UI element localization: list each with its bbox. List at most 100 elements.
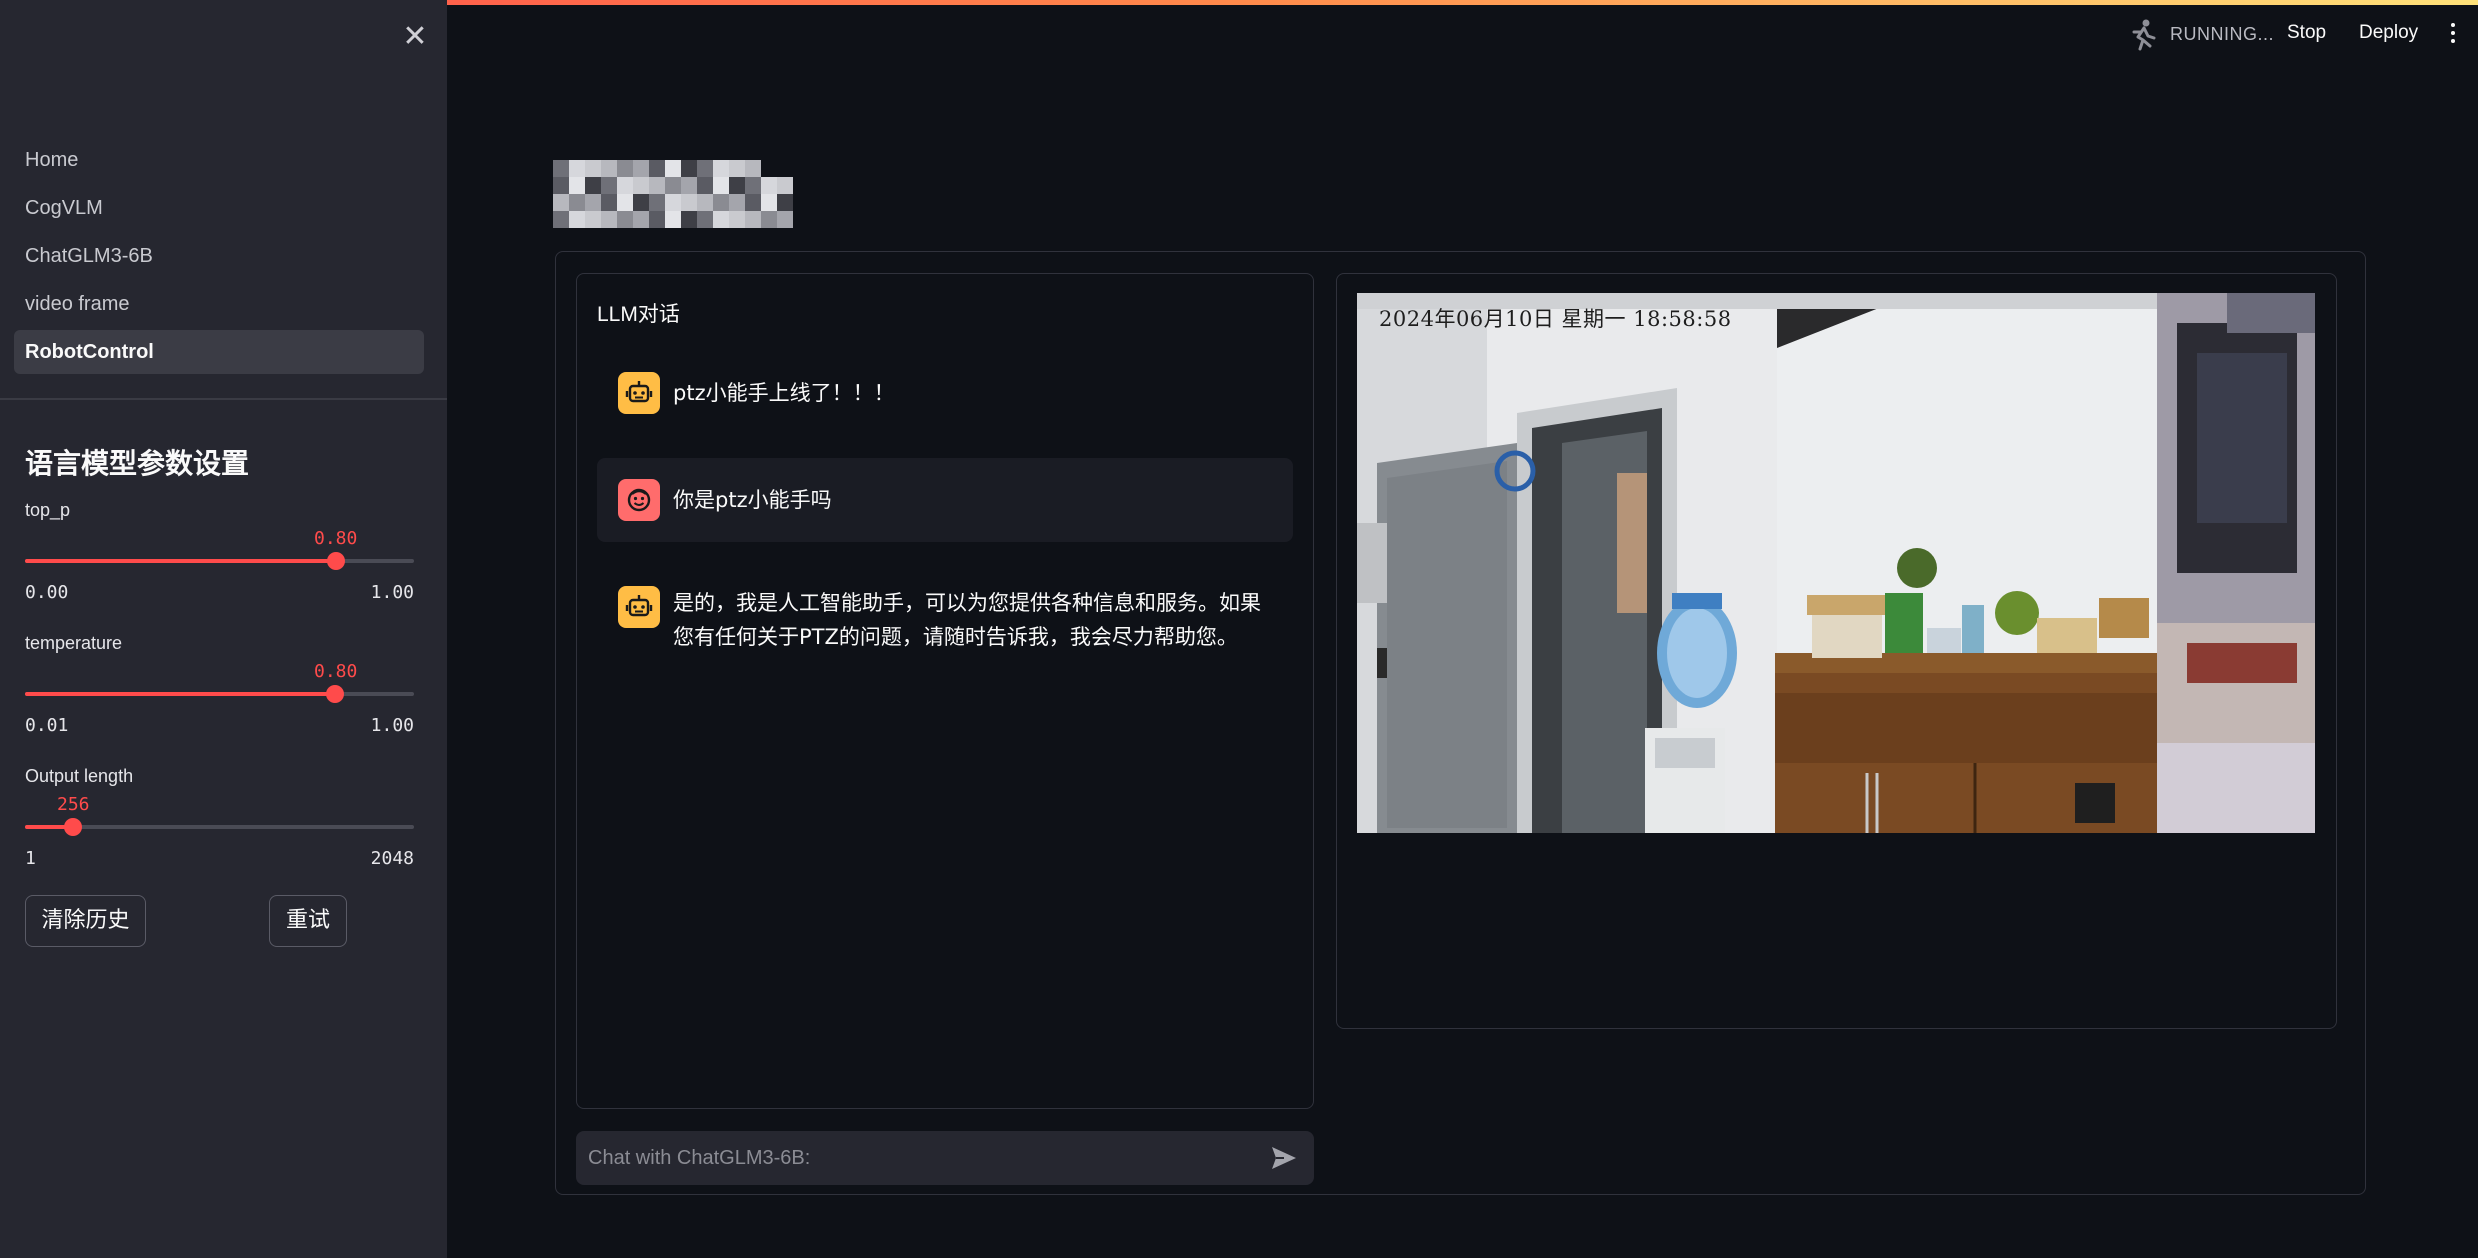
pixel-block — [761, 177, 777, 194]
retry-button[interactable]: 重试 — [269, 895, 347, 947]
vertical-dots-icon[interactable] — [2446, 20, 2460, 50]
sidebar-nav: Home CogVLM ChatGLM3-6B video frame Robo… — [14, 138, 424, 378]
top-p-range: 0.00 1.00 — [25, 582, 414, 603]
page-title-pixelated — [553, 160, 793, 228]
sidebar: ✕ Home CogVLM ChatGLM3-6B video frame Ro… — [0, 0, 447, 1258]
pixel-block — [649, 160, 665, 177]
sidebar-divider — [0, 398, 447, 400]
stop-button[interactable]: Stop — [2287, 22, 2326, 44]
pixel-block — [681, 177, 697, 194]
pixel-block — [777, 177, 793, 194]
output-length-max: 2048 — [370, 848, 414, 869]
user-avatar-icon — [618, 479, 660, 521]
pixel-block — [681, 160, 697, 177]
running-status: RUNNING... — [2170, 24, 2274, 44]
output-length-label: Output length — [25, 766, 134, 786]
pixel-block — [617, 211, 633, 228]
pixel-block — [761, 160, 777, 177]
pixel-block — [681, 211, 697, 228]
pixel-block — [761, 194, 777, 211]
pixel-block — [601, 211, 617, 228]
pixel-block — [617, 177, 633, 194]
pixel-block — [585, 177, 601, 194]
temperature-min: 0.01 — [25, 715, 69, 736]
pixel-block — [633, 194, 649, 211]
camera-video-frame: 2024年06月10日 星期一 18:58:58 — [1357, 293, 2315, 833]
pixel-block — [569, 177, 585, 194]
sidebar-item-video-frame[interactable]: video frame — [14, 282, 424, 326]
output-length-min: 1 — [25, 848, 36, 869]
video-timestamp: 2024年06月10日 星期一 18:58:58 — [1379, 307, 1732, 331]
pixel-block — [745, 160, 761, 177]
sidebar-item-home[interactable]: Home — [14, 138, 424, 182]
chat-message-assistant: ptz小能手上线了！！！ — [597, 358, 1293, 428]
pixel-block — [585, 160, 601, 177]
top-p-label: top_p — [25, 500, 71, 520]
chat-message-assistant: 是的，我是人工智能助手，可以为您提供各种信息和服务。如果 您有任何关于PTZ的问… — [597, 572, 1293, 672]
pixel-block — [777, 194, 793, 211]
top-p-min: 0.00 — [25, 582, 69, 603]
chat-input[interactable] — [576, 1131, 1314, 1185]
bot-avatar-icon — [618, 586, 660, 628]
send-icon[interactable] — [1270, 1145, 1298, 1171]
pixel-block — [649, 211, 665, 228]
pixel-block — [713, 211, 729, 228]
running-person-icon — [2132, 19, 2156, 51]
pixel-block — [553, 211, 569, 228]
pixel-block — [777, 211, 793, 228]
temperature-label: temperature — [25, 633, 123, 653]
pixel-block — [697, 177, 713, 194]
pixel-block — [665, 194, 681, 211]
pixel-block — [729, 211, 745, 228]
pixel-block — [729, 160, 745, 177]
chat-message-line: 您有任何关于PTZ的问题，请随时告诉我，我会尽力帮助您。 — [673, 625, 1238, 649]
pixel-block — [601, 194, 617, 211]
close-sidebar-icon[interactable]: ✕ — [400, 22, 430, 52]
chat-message-user: 你是ptz小能手吗 — [597, 458, 1293, 542]
top-p-value: 0.80 — [314, 528, 358, 549]
output-length-thumb[interactable] — [64, 818, 83, 836]
pixel-block — [729, 194, 745, 211]
pixel-block — [569, 194, 585, 211]
clear-history-button[interactable]: 清除历史 — [25, 895, 146, 947]
pixel-block — [681, 194, 697, 211]
chat-message-text: ptz小能手上线了！！！ — [673, 381, 895, 405]
sidebar-item-cogvlm[interactable]: CogVLM — [14, 186, 424, 230]
pixel-block — [633, 177, 649, 194]
pixel-block — [585, 211, 601, 228]
output-length-track[interactable] — [25, 818, 414, 836]
deploy-button[interactable]: Deploy — [2359, 22, 2418, 44]
temperature-track[interactable] — [25, 685, 414, 703]
top-p-track[interactable] — [25, 552, 414, 570]
pixel-block — [569, 211, 585, 228]
chat-message-text: 你是ptz小能手吗 — [673, 488, 832, 512]
temperature-max: 1.00 — [370, 715, 414, 736]
pixel-block — [697, 160, 713, 177]
temperature-value: 0.80 — [314, 661, 358, 682]
pixel-block — [617, 194, 633, 211]
temperature-thumb[interactable] — [326, 685, 345, 703]
pixel-block — [697, 194, 713, 211]
pixel-block — [777, 160, 793, 177]
pixel-block — [745, 177, 761, 194]
pixel-block — [745, 211, 761, 228]
sidebar-item-robotcontrol[interactable]: RobotControl — [14, 330, 424, 374]
output-length-range: 1 2048 — [25, 848, 414, 869]
sidebar-item-chatglm3[interactable]: ChatGLM3-6B — [14, 234, 424, 278]
pixel-block — [713, 194, 729, 211]
pixel-block — [665, 211, 681, 228]
output-length-slider: Output length 256 1 2048 — [25, 766, 414, 869]
chat-message-line: 是的，我是人工智能助手，可以为您提供各种信息和服务。如果 — [673, 591, 1261, 615]
bot-avatar-icon — [618, 372, 660, 414]
pixel-block — [697, 211, 713, 228]
top-p-thumb[interactable] — [327, 552, 346, 570]
pixel-block — [649, 177, 665, 194]
camera-scene-image — [1357, 293, 2315, 833]
top-p-slider: top_p 0.80 0.00 1.00 — [25, 500, 414, 603]
top-p-max: 1.00 — [370, 582, 414, 603]
pixel-block — [713, 177, 729, 194]
pixel-block — [601, 160, 617, 177]
params-section-title: 语言模型参数设置 — [25, 448, 250, 479]
pixel-block — [729, 177, 745, 194]
top-p-fill — [25, 559, 337, 563]
